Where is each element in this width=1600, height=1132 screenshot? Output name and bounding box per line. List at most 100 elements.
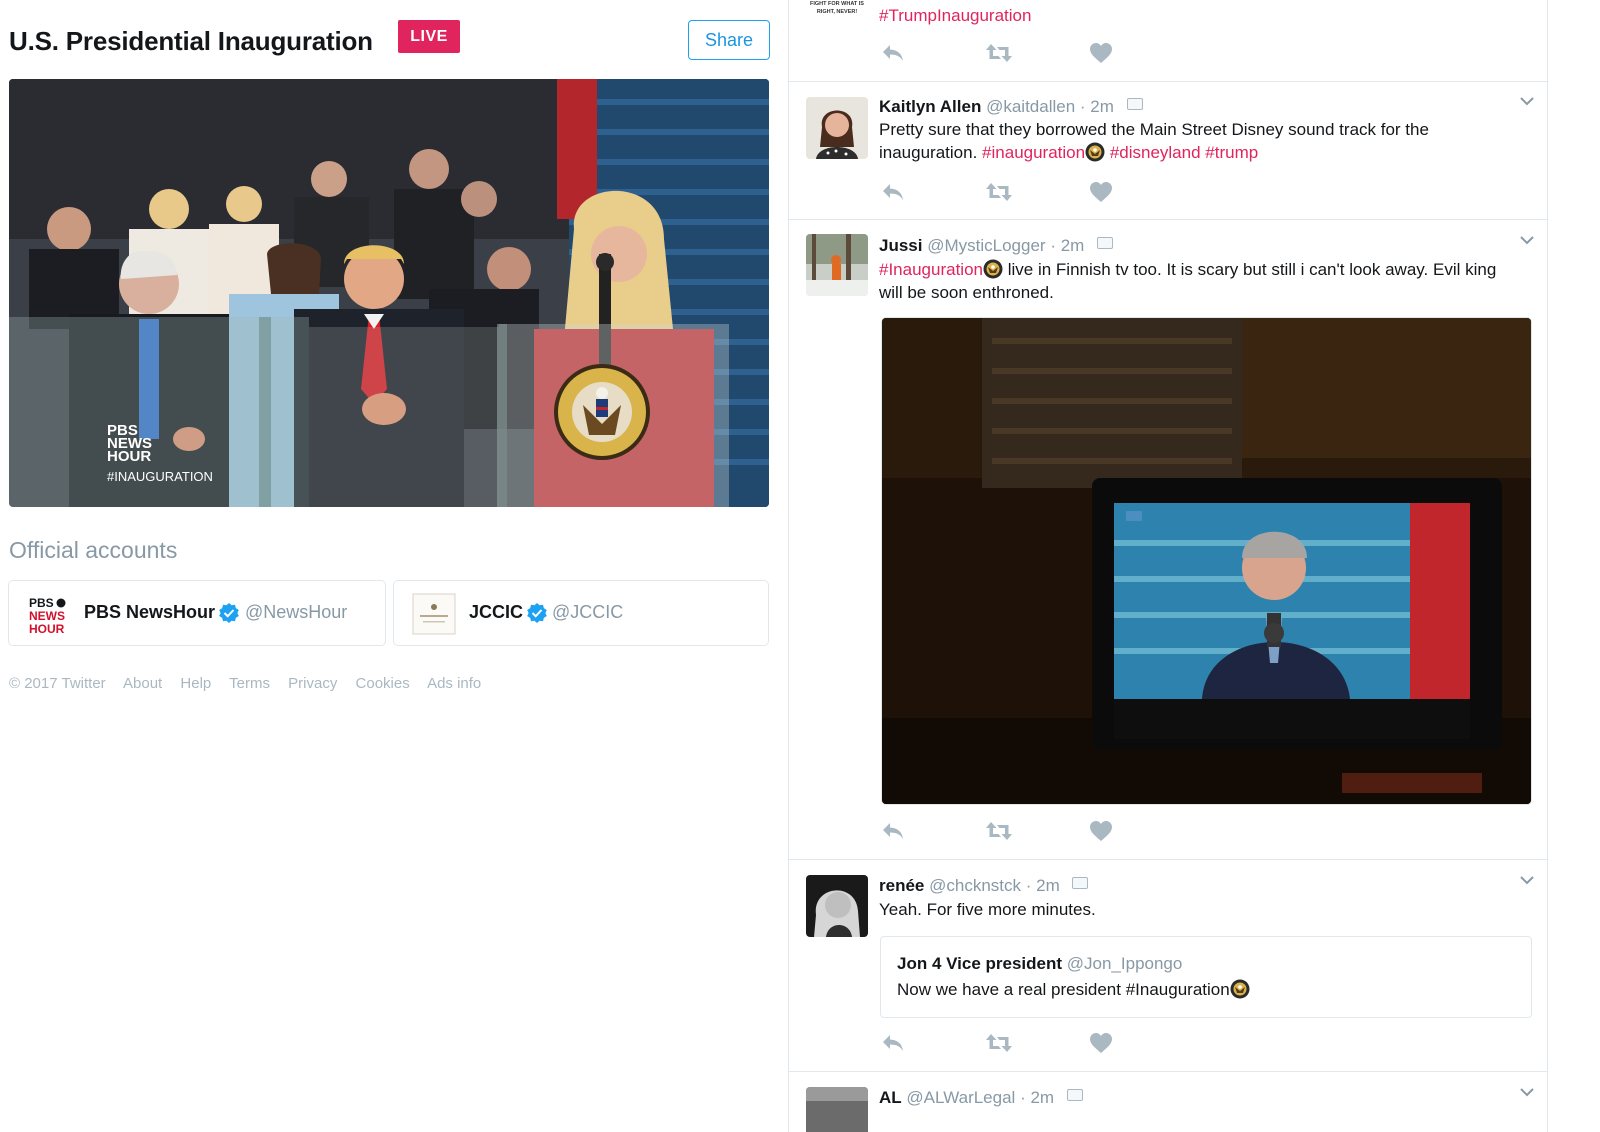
retweet-icon[interactable] [985,820,1013,842]
tweet-timestamp[interactable]: · 2m [1020,1088,1054,1107]
chevron-down-icon[interactable] [1519,875,1535,887]
tweet-header: Jussi @MysticLogger · 2m [879,236,1114,256]
svg-text:FIGHT FOR WHAT IS: FIGHT FOR WHAT IS [810,1,864,7]
tweet-timeline[interactable]: FIGHT FOR WHAT IS RIGHT, NEVER! #TrumpIn… [788,0,1548,1132]
tweet-header: AL @ALWarLegal · 2m [879,1088,1083,1108]
svg-text:HOUR: HOUR [107,448,151,465]
hashtag-link[interactable]: #disneyland [1110,143,1201,162]
tweet-actions [881,1032,1121,1054]
svg-text:PBS: PBS [29,596,54,610]
user-name[interactable]: renée [879,876,924,895]
tweet-actions [881,820,1121,842]
quoted-tweet[interactable]: Jon 4 Vice president @Jon_Ippongo Now we… [880,936,1532,1018]
account-handle: @JCCIC [552,602,624,622]
pbs-newshour-logo: PBS NEWS HOUR [29,596,66,635]
footer-link-terms[interactable]: Terms [229,675,270,692]
live-video-player[interactable]: PBS NEWS HOUR #INAUGURATION [9,79,769,507]
footer-link-help[interactable]: Help [180,675,211,692]
svg-text:RIGHT, NEVER!: RIGHT, NEVER! [817,9,858,15]
reply-arrow-icon[interactable] [881,1032,905,1054]
photo-icon [1072,877,1089,889]
tweet-timestamp[interactable]: · 2m [1050,236,1084,255]
footer-link-cookies[interactable]: Cookies [356,675,410,692]
tweet-text: #TrumpInauguration [879,4,1524,27]
event-title: U.S. Presidential Inauguration [9,26,373,56]
avatar[interactable] [806,1087,868,1132]
footer-link-about[interactable]: About [123,675,162,692]
quoted-user-handle: @Jon_Ippongo [1066,954,1183,973]
user-name[interactable]: Jussi [879,236,922,255]
reply-arrow-icon[interactable] [881,42,905,64]
presidential-seal [554,364,650,460]
chevron-down-icon[interactable] [1519,96,1535,108]
event-panel: U.S. Presidential Inauguration LIVE Shar… [0,0,790,1132]
seal-emoji-icon [983,259,1003,279]
heart-icon[interactable] [1089,1032,1113,1054]
chevron-down-icon[interactable] [1519,235,1535,247]
tweet-item[interactable]: Kaitlyn Allen @kaitdallen · 2m Pretty su… [789,82,1547,220]
hashtag-link[interactable]: #TrumpInauguration [879,6,1031,25]
tweet-item[interactable]: AL @ALWarLegal · 2m [789,1072,1548,1132]
tweet-header: Kaitlyn Allen @kaitdallen · 2m [879,97,1143,117]
tweet-actions [881,42,1121,64]
user-name[interactable]: AL [879,1088,902,1107]
tweet-item[interactable]: FIGHT FOR WHAT IS RIGHT, NEVER! #TrumpIn… [789,0,1547,82]
quoted-tweet-body: Now we have a real president [897,980,1121,999]
footer-link-ads-info[interactable]: Ads info [427,675,481,692]
footer-links: © 2017 Twitter About Help Terms Privacy … [9,675,495,692]
retweet-icon[interactable] [985,42,1013,64]
tweet-timestamp[interactable]: · 2m [1026,876,1060,895]
footer-link-privacy[interactable]: Privacy [288,675,337,692]
avatar[interactable] [806,875,868,937]
photo-icon [1066,1089,1083,1101]
tweet-actions [881,181,1121,203]
avatar[interactable] [806,97,868,159]
live-badge: LIVE [398,20,460,53]
official-account-card[interactable]: PBS NEWS HOUR PBS NewsHour @NewsHour [8,580,386,646]
svg-text:#INAUGURATION: #INAUGURATION [107,469,213,484]
official-account-card[interactable]: JCCIC @JCCIC [393,580,769,646]
avatar[interactable] [806,234,868,296]
hashtag-link[interactable]: #Inauguration [879,260,983,279]
user-handle[interactable]: @MysticLogger [927,236,1045,255]
tweet-text: Pretty sure that they borrowed the Main … [879,118,1524,164]
jccic-logo [412,593,456,635]
account-name: JCCIC [469,602,524,622]
tweet-text: Yeah. For five more minutes. [879,898,1524,921]
quoted-tweet-header: Jon 4 Vice president @Jon_Ippongo [897,954,1182,974]
share-button[interactable]: Share [688,20,770,60]
tweet-item[interactable]: renée @chcknstck · 2m Yeah. For five mor… [789,860,1547,1072]
heart-icon[interactable] [1089,181,1113,203]
reply-arrow-icon[interactable] [881,820,905,842]
tweet-timestamp[interactable]: · 2m [1080,97,1114,116]
hashtag-link[interactable]: #trump [1205,143,1258,162]
hashtag-link[interactable]: #inauguration [982,143,1085,162]
verified-badge-icon [219,603,239,623]
tweet-photo[interactable] [881,317,1532,805]
tweet-item[interactable]: Jussi @MysticLogger · 2m #Inauguration l… [789,220,1547,860]
account-handle: @NewsHour [245,602,348,622]
retweet-icon[interactable] [985,181,1013,203]
user-name[interactable]: Kaitlyn Allen [879,97,981,116]
user-handle[interactable]: @ALWarLegal [906,1088,1015,1107]
quoted-tweet-text: Now we have a real president #Inaugurati… [897,979,1250,1000]
official-accounts-title: Official accounts [9,537,178,563]
quoted-user-name: Jon 4 Vice president [897,954,1063,973]
television [1092,478,1502,750]
footer-copyright: © 2017 Twitter [9,675,106,692]
retweet-icon[interactable] [985,1032,1013,1054]
svg-text:HOUR: HOUR [29,622,65,635]
tweet-header: renée @chcknstck · 2m [879,876,1089,896]
photo-icon [1097,237,1114,249]
chevron-down-icon[interactable] [1519,1087,1535,1099]
user-handle[interactable]: @kaitdallen [986,97,1075,116]
tweet-text: #Inauguration live in Finnish tv too. It… [879,258,1524,304]
user-handle[interactable]: @chcknstck [929,876,1021,895]
heart-icon[interactable] [1089,820,1113,842]
avatar[interactable]: FIGHT FOR WHAT IS RIGHT, NEVER! [806,0,868,20]
reply-arrow-icon[interactable] [881,181,905,203]
tweet-body: Yeah. For five more minutes. [879,900,1096,919]
seal-emoji-icon [1230,979,1250,999]
heart-icon[interactable] [1089,42,1113,64]
account-name: PBS NewsHour [84,602,216,622]
